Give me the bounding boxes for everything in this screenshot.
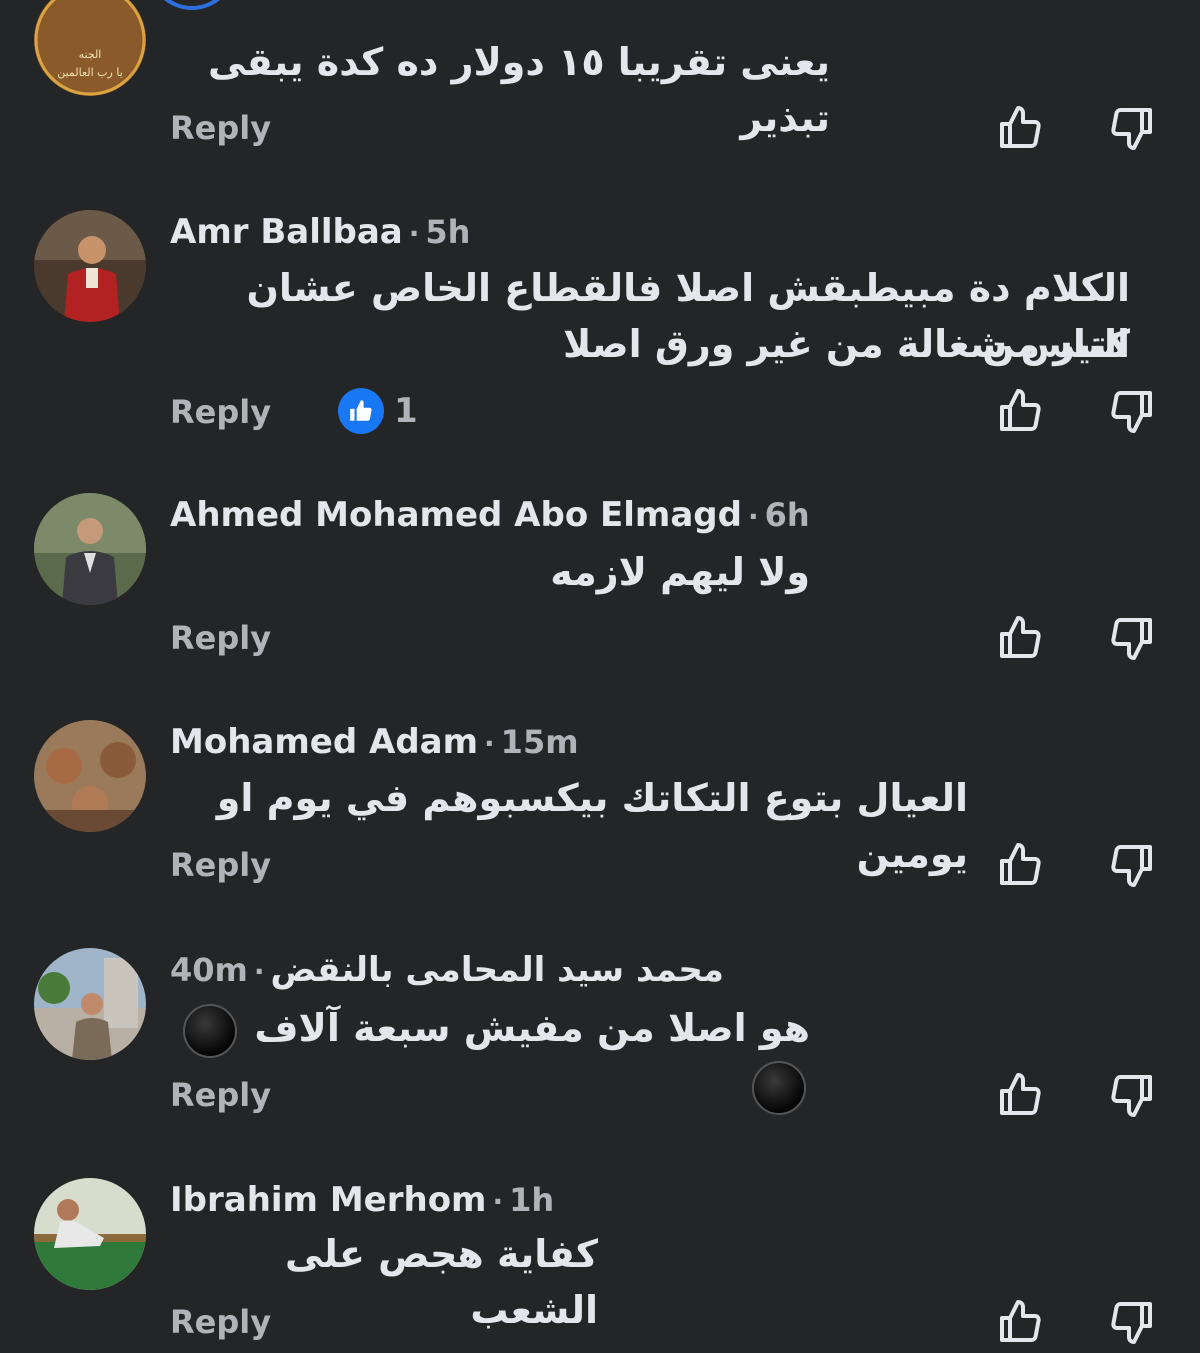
comment-text: ولا ليهم لازمه bbox=[550, 550, 810, 594]
reaction-summary[interactable]: 1 bbox=[338, 388, 418, 434]
thumbs-up-icon[interactable] bbox=[996, 104, 1044, 152]
svg-text:يا رب العالمين: يا رب العالمين bbox=[57, 66, 123, 79]
avatar[interactable] bbox=[34, 720, 146, 832]
avatar[interactable] bbox=[34, 948, 146, 1060]
thumbs-down-icon[interactable] bbox=[1108, 614, 1156, 662]
thumbs-up-icon[interactable] bbox=[996, 1071, 1044, 1119]
thumbs-down-icon[interactable] bbox=[1108, 1298, 1156, 1346]
thumbs-up-icon[interactable] bbox=[996, 841, 1044, 889]
author-name[interactable]: محمد سيد المحامى بالنقض bbox=[271, 950, 724, 990]
timestamp[interactable]: 6h bbox=[765, 496, 810, 534]
thumbs-up-icon[interactable] bbox=[996, 614, 1044, 662]
comment-header: 40m · محمد سيد المحامى بالنقض bbox=[170, 948, 724, 994]
like-count: 1 bbox=[394, 391, 418, 431]
reply-button[interactable]: Reply bbox=[170, 108, 271, 148]
comment-text: العيال بتوع التكاتك بيكسبوهم في يوم او ي… bbox=[216, 776, 968, 876]
thumbs-down-icon[interactable] bbox=[1108, 1071, 1156, 1119]
separator-dot: · bbox=[253, 955, 265, 988]
separator-dot: · bbox=[484, 727, 495, 760]
separator-dot: · bbox=[747, 500, 759, 533]
reply-button[interactable]: Reply bbox=[170, 392, 271, 432]
thumbs-down-icon[interactable] bbox=[1108, 841, 1156, 889]
thumbs-up-icon[interactable] bbox=[996, 387, 1044, 435]
timestamp[interactable]: 1h bbox=[509, 1181, 554, 1219]
comment-text-line-2: الناس شغالة من غير ورق اصلا bbox=[563, 322, 1130, 366]
comment-header: Ibrahim Merhom · 1h bbox=[170, 1178, 554, 1224]
reply-button[interactable]: Reply bbox=[170, 618, 271, 658]
timestamp[interactable]: 40m bbox=[170, 951, 248, 989]
reply-button[interactable]: Reply bbox=[170, 1302, 271, 1342]
thumbs-down-icon[interactable] bbox=[1108, 104, 1156, 152]
timestamp[interactable]: 15m bbox=[501, 723, 579, 761]
comment-header: Ahmed Mohamed Abo Elmagd · 6h bbox=[170, 493, 810, 539]
like-reaction-icon bbox=[338, 388, 384, 434]
reply-button[interactable]: Reply bbox=[170, 845, 271, 885]
separator-dot: · bbox=[408, 217, 420, 250]
avatar[interactable] bbox=[34, 493, 146, 605]
partial-avatar-ring bbox=[148, 0, 236, 10]
author-name[interactable]: Ahmed Mohamed Abo Elmagd bbox=[170, 495, 742, 535]
black-circle-emoji bbox=[183, 1003, 238, 1058]
comment-body: هو اصلا من مفيش سبعة آلاف bbox=[254, 1006, 810, 1050]
thumbs-up-icon[interactable] bbox=[996, 1298, 1044, 1346]
avatar[interactable] bbox=[34, 210, 146, 322]
avatar[interactable]: الجنه يا رب العالمين bbox=[34, 0, 146, 96]
reply-button[interactable]: Reply bbox=[170, 1075, 271, 1115]
separator-dot: · bbox=[492, 1185, 504, 1218]
black-circle-emoji bbox=[752, 1061, 806, 1115]
comment-header: Mohamed Adam · 15m bbox=[170, 720, 579, 766]
author-name[interactable]: Amr Ballbaa bbox=[170, 212, 403, 252]
thumbs-down-icon[interactable] bbox=[1108, 387, 1156, 435]
avatar[interactable] bbox=[34, 1178, 146, 1290]
author-name[interactable]: Mohamed Adam bbox=[170, 722, 478, 762]
author-name[interactable]: Ibrahim Merhom bbox=[170, 1180, 486, 1220]
comment-header: Amr Ballbaa · 5h bbox=[170, 210, 470, 256]
timestamp[interactable]: 5h bbox=[425, 213, 470, 251]
svg-text:الجنه: الجنه bbox=[79, 48, 102, 61]
